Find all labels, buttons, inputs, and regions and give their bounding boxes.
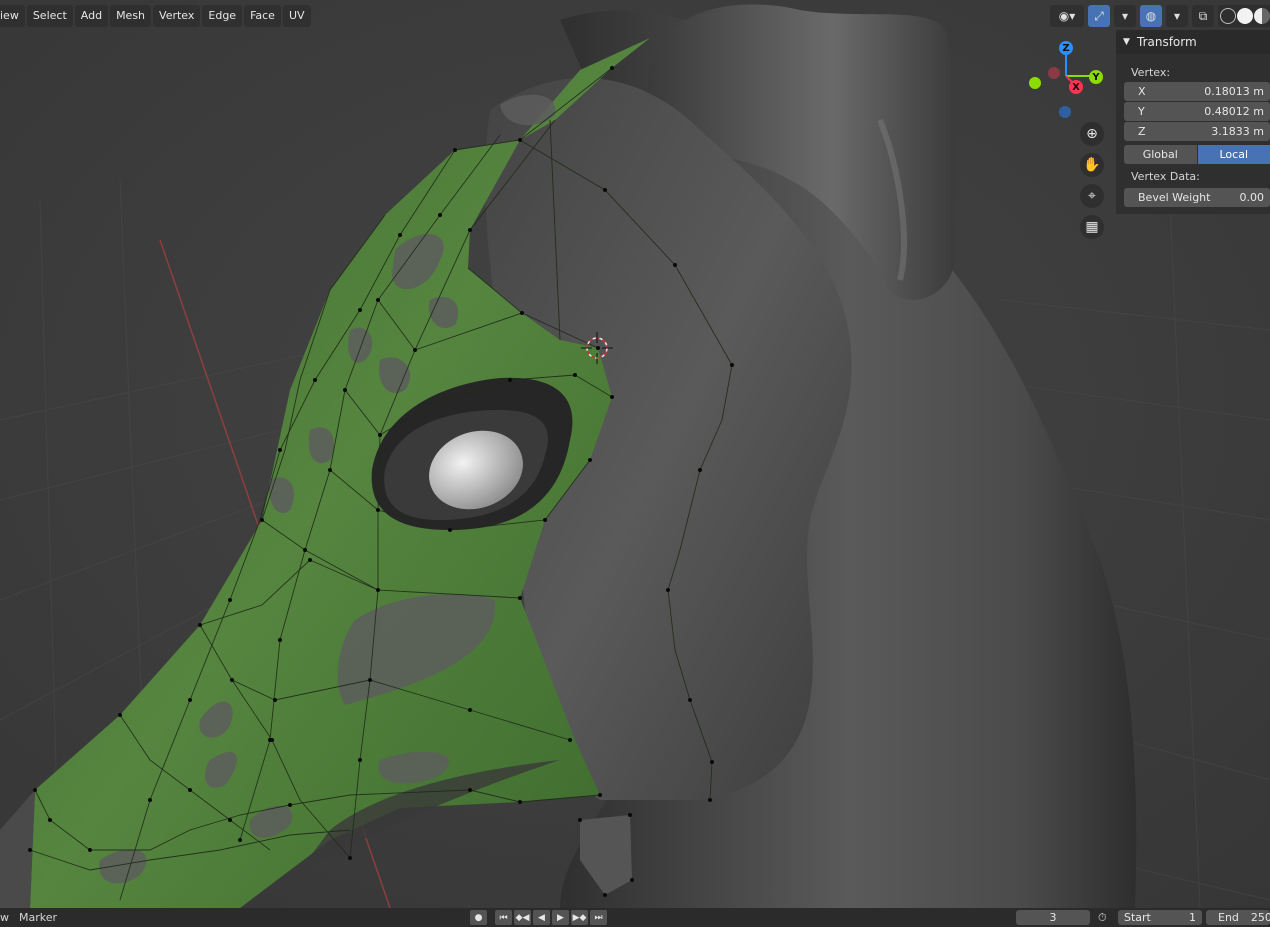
gizmo-x-icon[interactable]: X — [1069, 80, 1083, 94]
vertex-label: Vertex: — [1131, 66, 1171, 79]
visibility-icon[interactable]: ◉▾ — [1050, 5, 1084, 27]
menu-edge[interactable]: Edge — [202, 5, 243, 27]
timeline-bar: w Marker ● ⏮ ◆◀ ◀ ▶ ▶◆ ⏭ 3 ⏱ Start 1 End… — [0, 908, 1270, 927]
next-keyframe-icon[interactable]: ▶◆ — [571, 910, 588, 925]
menu-vertex[interactable]: Vertex — [153, 5, 201, 27]
gizmo-z-icon[interactable]: Z — [1059, 41, 1073, 55]
grid-perspective-icon[interactable]: ▦ — [1080, 215, 1104, 239]
viewport-header-tools: ◉▾ ⤢ ▾ ◍ ▾ ⧉ — [1050, 5, 1270, 27]
zoom-icon[interactable]: ⊕ — [1080, 122, 1104, 146]
menu-uv[interactable]: UV — [282, 5, 311, 27]
menu-select[interactable]: Select — [26, 5, 73, 27]
vertex-data-label: Vertex Data: — [1131, 170, 1200, 183]
end-frame-field[interactable]: End 250 — [1206, 910, 1270, 925]
vertex-y-value: 0.48012 m — [1204, 105, 1264, 118]
jump-end-icon[interactable]: ⏭ — [590, 910, 607, 925]
wireframe-shading-icon[interactable] — [1220, 8, 1236, 24]
transform-panel-header[interactable]: ▼ Transform — [1116, 30, 1270, 54]
navigation-gizmo[interactable]: Z Y X — [1025, 38, 1110, 123]
start-frame-field[interactable]: Start 1 — [1118, 910, 1202, 925]
menu-view[interactable]: iew — [0, 5, 25, 27]
timeline-view-menu[interactable]: w — [0, 911, 9, 924]
overlay-icon[interactable]: ◍ — [1140, 5, 1162, 27]
xray-icon[interactable]: ⧉ — [1192, 5, 1214, 27]
vertex-x-value: 0.18013 m — [1204, 85, 1264, 98]
timeline-marker-menu[interactable]: Marker — [19, 911, 57, 924]
gizmo-dropdown-icon[interactable]: ▾ — [1114, 5, 1136, 27]
camera-icon[interactable]: ⌖ — [1080, 184, 1104, 208]
local-button[interactable]: Local — [1197, 145, 1270, 164]
hand-pan-icon[interactable]: ✋ — [1080, 153, 1104, 177]
material-shading-icon[interactable] — [1254, 8, 1270, 24]
vertex-z-label: Z — [1138, 125, 1146, 138]
gizmo-y-icon[interactable]: Y — [1089, 70, 1103, 84]
gizmo-neg-z-icon[interactable] — [1059, 106, 1071, 118]
gizmo-neg-x-icon[interactable] — [1048, 67, 1060, 79]
transform-panel: ▼ Transform Vertex: X 0.18013 m Y 0.4801… — [1116, 30, 1270, 214]
vertex-z-value: 3.1833 m — [1211, 125, 1264, 138]
collapse-triangle-icon[interactable]: ▼ — [1123, 30, 1130, 54]
vertex-x-label: X — [1138, 85, 1146, 98]
vertex-x-field[interactable]: X 0.18013 m — [1124, 82, 1270, 101]
jump-start-icon[interactable]: ⏮ — [495, 910, 512, 925]
transform-panel-title: Transform — [1137, 35, 1197, 49]
end-value: 250 — [1250, 911, 1270, 924]
bevel-weight-field[interactable]: Bevel Weight 0.00 — [1124, 188, 1270, 207]
playback-controls: ● ⏮ ◆◀ ◀ ▶ ▶◆ ⏭ — [470, 910, 607, 925]
menu-face[interactable]: Face — [244, 5, 281, 27]
end-label: End — [1218, 911, 1239, 924]
gizmo-icon[interactable]: ⤢ — [1088, 5, 1110, 27]
shading-mode-group — [1218, 5, 1270, 27]
start-label: Start — [1124, 911, 1151, 924]
overlay-dropdown-icon[interactable]: ▾ — [1166, 5, 1188, 27]
coordinate-space-toggle: Global Local — [1124, 145, 1270, 164]
gizmo-neg-y-icon[interactable] — [1029, 77, 1041, 89]
vertex-z-field[interactable]: Z 3.1833 m — [1124, 122, 1270, 141]
play-reverse-icon[interactable]: ◀ — [533, 910, 550, 925]
menu-add[interactable]: Add — [74, 5, 109, 27]
play-icon[interactable]: ▶ — [552, 910, 569, 925]
vertex-y-label: Y — [1138, 105, 1145, 118]
bevel-weight-value: 0.00 — [1239, 191, 1265, 204]
current-frame-field[interactable]: 3 — [1016, 910, 1090, 925]
viewport-header-menu: iew Select Add Mesh Vertex Edge Face UV — [0, 5, 311, 27]
menu-mesh[interactable]: Mesh — [110, 5, 152, 27]
record-icon[interactable]: ● — [470, 910, 487, 925]
solid-shading-icon[interactable] — [1237, 8, 1253, 24]
stopwatch-icon[interactable]: ⏱ — [1098, 911, 1107, 925]
global-button[interactable]: Global — [1124, 145, 1197, 164]
bevel-weight-label: Bevel Weight — [1138, 191, 1211, 204]
prev-keyframe-icon[interactable]: ◆◀ — [514, 910, 531, 925]
vertex-y-field[interactable]: Y 0.48012 m — [1124, 102, 1270, 121]
start-value: 1 — [1189, 911, 1196, 924]
